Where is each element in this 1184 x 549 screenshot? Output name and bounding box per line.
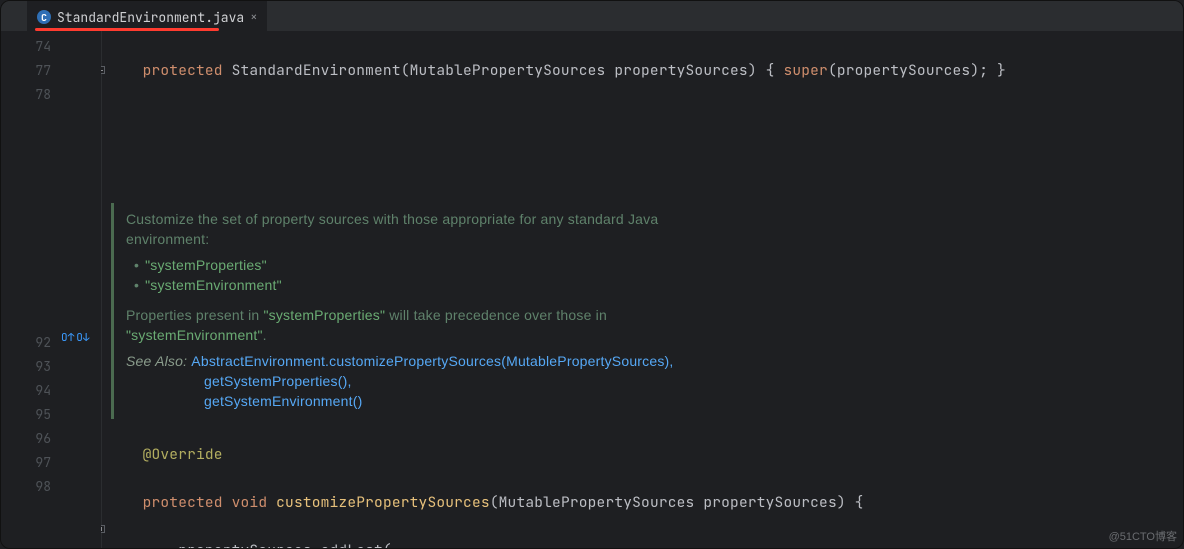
doc-text: Properties present in "systemProperties"… bbox=[126, 305, 1183, 325]
line-number: 98 bbox=[1, 475, 57, 499]
doc-text: environment: bbox=[126, 229, 1183, 249]
override-down-icon: O↓ bbox=[76, 331, 89, 345]
override-marker-icon[interactable]: O↑ O↓ bbox=[61, 331, 89, 345]
code-line: protected void customizePropertySources(… bbox=[107, 491, 1183, 515]
line-number: 94 bbox=[1, 379, 57, 403]
ide-frame: C StandardEnvironment.java × 74 77 78 92… bbox=[0, 0, 1184, 549]
line-number: 77 bbox=[1, 59, 57, 83]
line-number: 97 bbox=[1, 451, 57, 475]
doc-link[interactable]: getSystemEnvironment() bbox=[126, 391, 1183, 411]
watermark: @51CTO博客 bbox=[1109, 528, 1177, 544]
tab-standard-environment[interactable]: C StandardEnvironment.java × bbox=[27, 1, 267, 31]
code-area[interactable]: protected StandardEnvironment(MutablePro… bbox=[101, 31, 1183, 548]
code-line: @Override bbox=[107, 443, 1183, 467]
code-line bbox=[107, 107, 1183, 131]
close-icon[interactable]: × bbox=[250, 9, 257, 25]
gutter-icons: O↑ O↓ bbox=[61, 31, 101, 548]
tab-filename: StandardEnvironment.java bbox=[57, 9, 244, 26]
line-number: 93 bbox=[1, 355, 57, 379]
tab-bar: C StandardEnvironment.java × bbox=[1, 1, 1183, 31]
editor[interactable]: 74 77 78 92 93 94 95 96 97 98 O↑ O↓ prot… bbox=[1, 31, 1183, 548]
code-line bbox=[107, 155, 1183, 179]
java-class-icon: C bbox=[37, 10, 51, 24]
line-number: 74 bbox=[1, 35, 57, 59]
doc-text: Customize the set of property sources wi… bbox=[126, 209, 1183, 229]
line-number: 78 bbox=[1, 83, 57, 107]
gutter: 74 77 78 92 93 94 95 96 97 98 bbox=[1, 31, 61, 548]
line-number: 95 bbox=[1, 403, 57, 427]
javadoc-block: Customize the set of property sources wi… bbox=[111, 203, 1183, 419]
doc-seealso: See Also: AbstractEnvironment.customizeP… bbox=[126, 351, 1183, 371]
doc-list-item: "systemEnvironment" bbox=[126, 275, 1183, 295]
doc-link[interactable]: AbstractEnvironment.customizePropertySou… bbox=[191, 353, 669, 369]
doc-text: "systemEnvironment". bbox=[126, 325, 1183, 345]
doc-list-item: "systemProperties" bbox=[126, 255, 1183, 275]
override-up-icon: O↑ bbox=[61, 331, 74, 345]
code-line: propertySources.addLast( bbox=[107, 539, 1183, 549]
doc-link[interactable]: getSystemProperties(), bbox=[126, 371, 1183, 391]
line-number: 92 bbox=[1, 331, 57, 355]
fold-guide bbox=[101, 31, 102, 548]
code-line: protected StandardEnvironment(MutablePro… bbox=[107, 59, 1183, 83]
line-number: 96 bbox=[1, 427, 57, 451]
line-number bbox=[1, 107, 57, 331]
